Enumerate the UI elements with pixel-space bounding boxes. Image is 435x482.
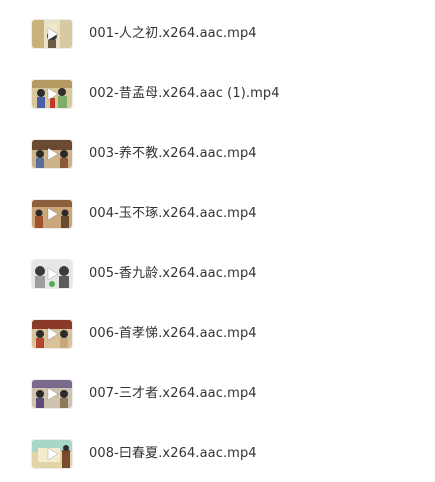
video-thumbnail-icon [32, 20, 72, 48]
play-icon [47, 327, 59, 341]
play-icon [47, 267, 59, 281]
file-name: 003-养不教.x264.aac.mp4 [89, 146, 257, 161]
video-thumbnail-icon [32, 380, 72, 408]
file-name: 002-昔孟母.x264.aac (1).mp4 [89, 86, 280, 101]
file-name: 004-玉不琢.x264.aac.mp4 [89, 206, 257, 221]
file-name: 008-曰春夏.x264.aac.mp4 [89, 446, 257, 461]
file-item[interactable]: 004-玉不琢.x264.aac.mp4 [0, 188, 435, 240]
file-name: 001-人之初.x264.aac.mp4 [89, 26, 257, 41]
file-name: 007-三才者.x264.aac.mp4 [89, 386, 257, 401]
file-item[interactable]: 002-昔孟母.x264.aac (1).mp4 [0, 68, 435, 120]
video-thumbnail-icon [32, 260, 72, 288]
file-item[interactable]: 006-首孝悌.x264.aac.mp4 [0, 308, 435, 360]
file-item[interactable]: 001-人之初.x264.aac.mp4 [0, 8, 435, 60]
video-thumbnail-icon [32, 80, 72, 108]
file-item[interactable]: 005-香九龄.x264.aac.mp4 [0, 248, 435, 300]
video-thumbnail-icon [32, 440, 72, 468]
video-thumbnail-icon [32, 320, 72, 348]
video-thumbnail-icon [32, 200, 72, 228]
play-icon [47, 207, 59, 221]
file-item[interactable]: 003-养不教.x264.aac.mp4 [0, 128, 435, 180]
file-name: 006-首孝悌.x264.aac.mp4 [89, 326, 257, 341]
play-icon [47, 147, 59, 161]
play-icon [47, 87, 59, 101]
video-thumbnail-icon [32, 140, 72, 168]
file-name: 005-香九龄.x264.aac.mp4 [89, 266, 257, 281]
file-item[interactable]: 008-曰春夏.x264.aac.mp4 [0, 428, 435, 480]
play-icon [47, 27, 59, 41]
play-icon [47, 387, 59, 401]
play-icon [47, 447, 59, 461]
file-item[interactable]: 007-三才者.x264.aac.mp4 [0, 368, 435, 420]
